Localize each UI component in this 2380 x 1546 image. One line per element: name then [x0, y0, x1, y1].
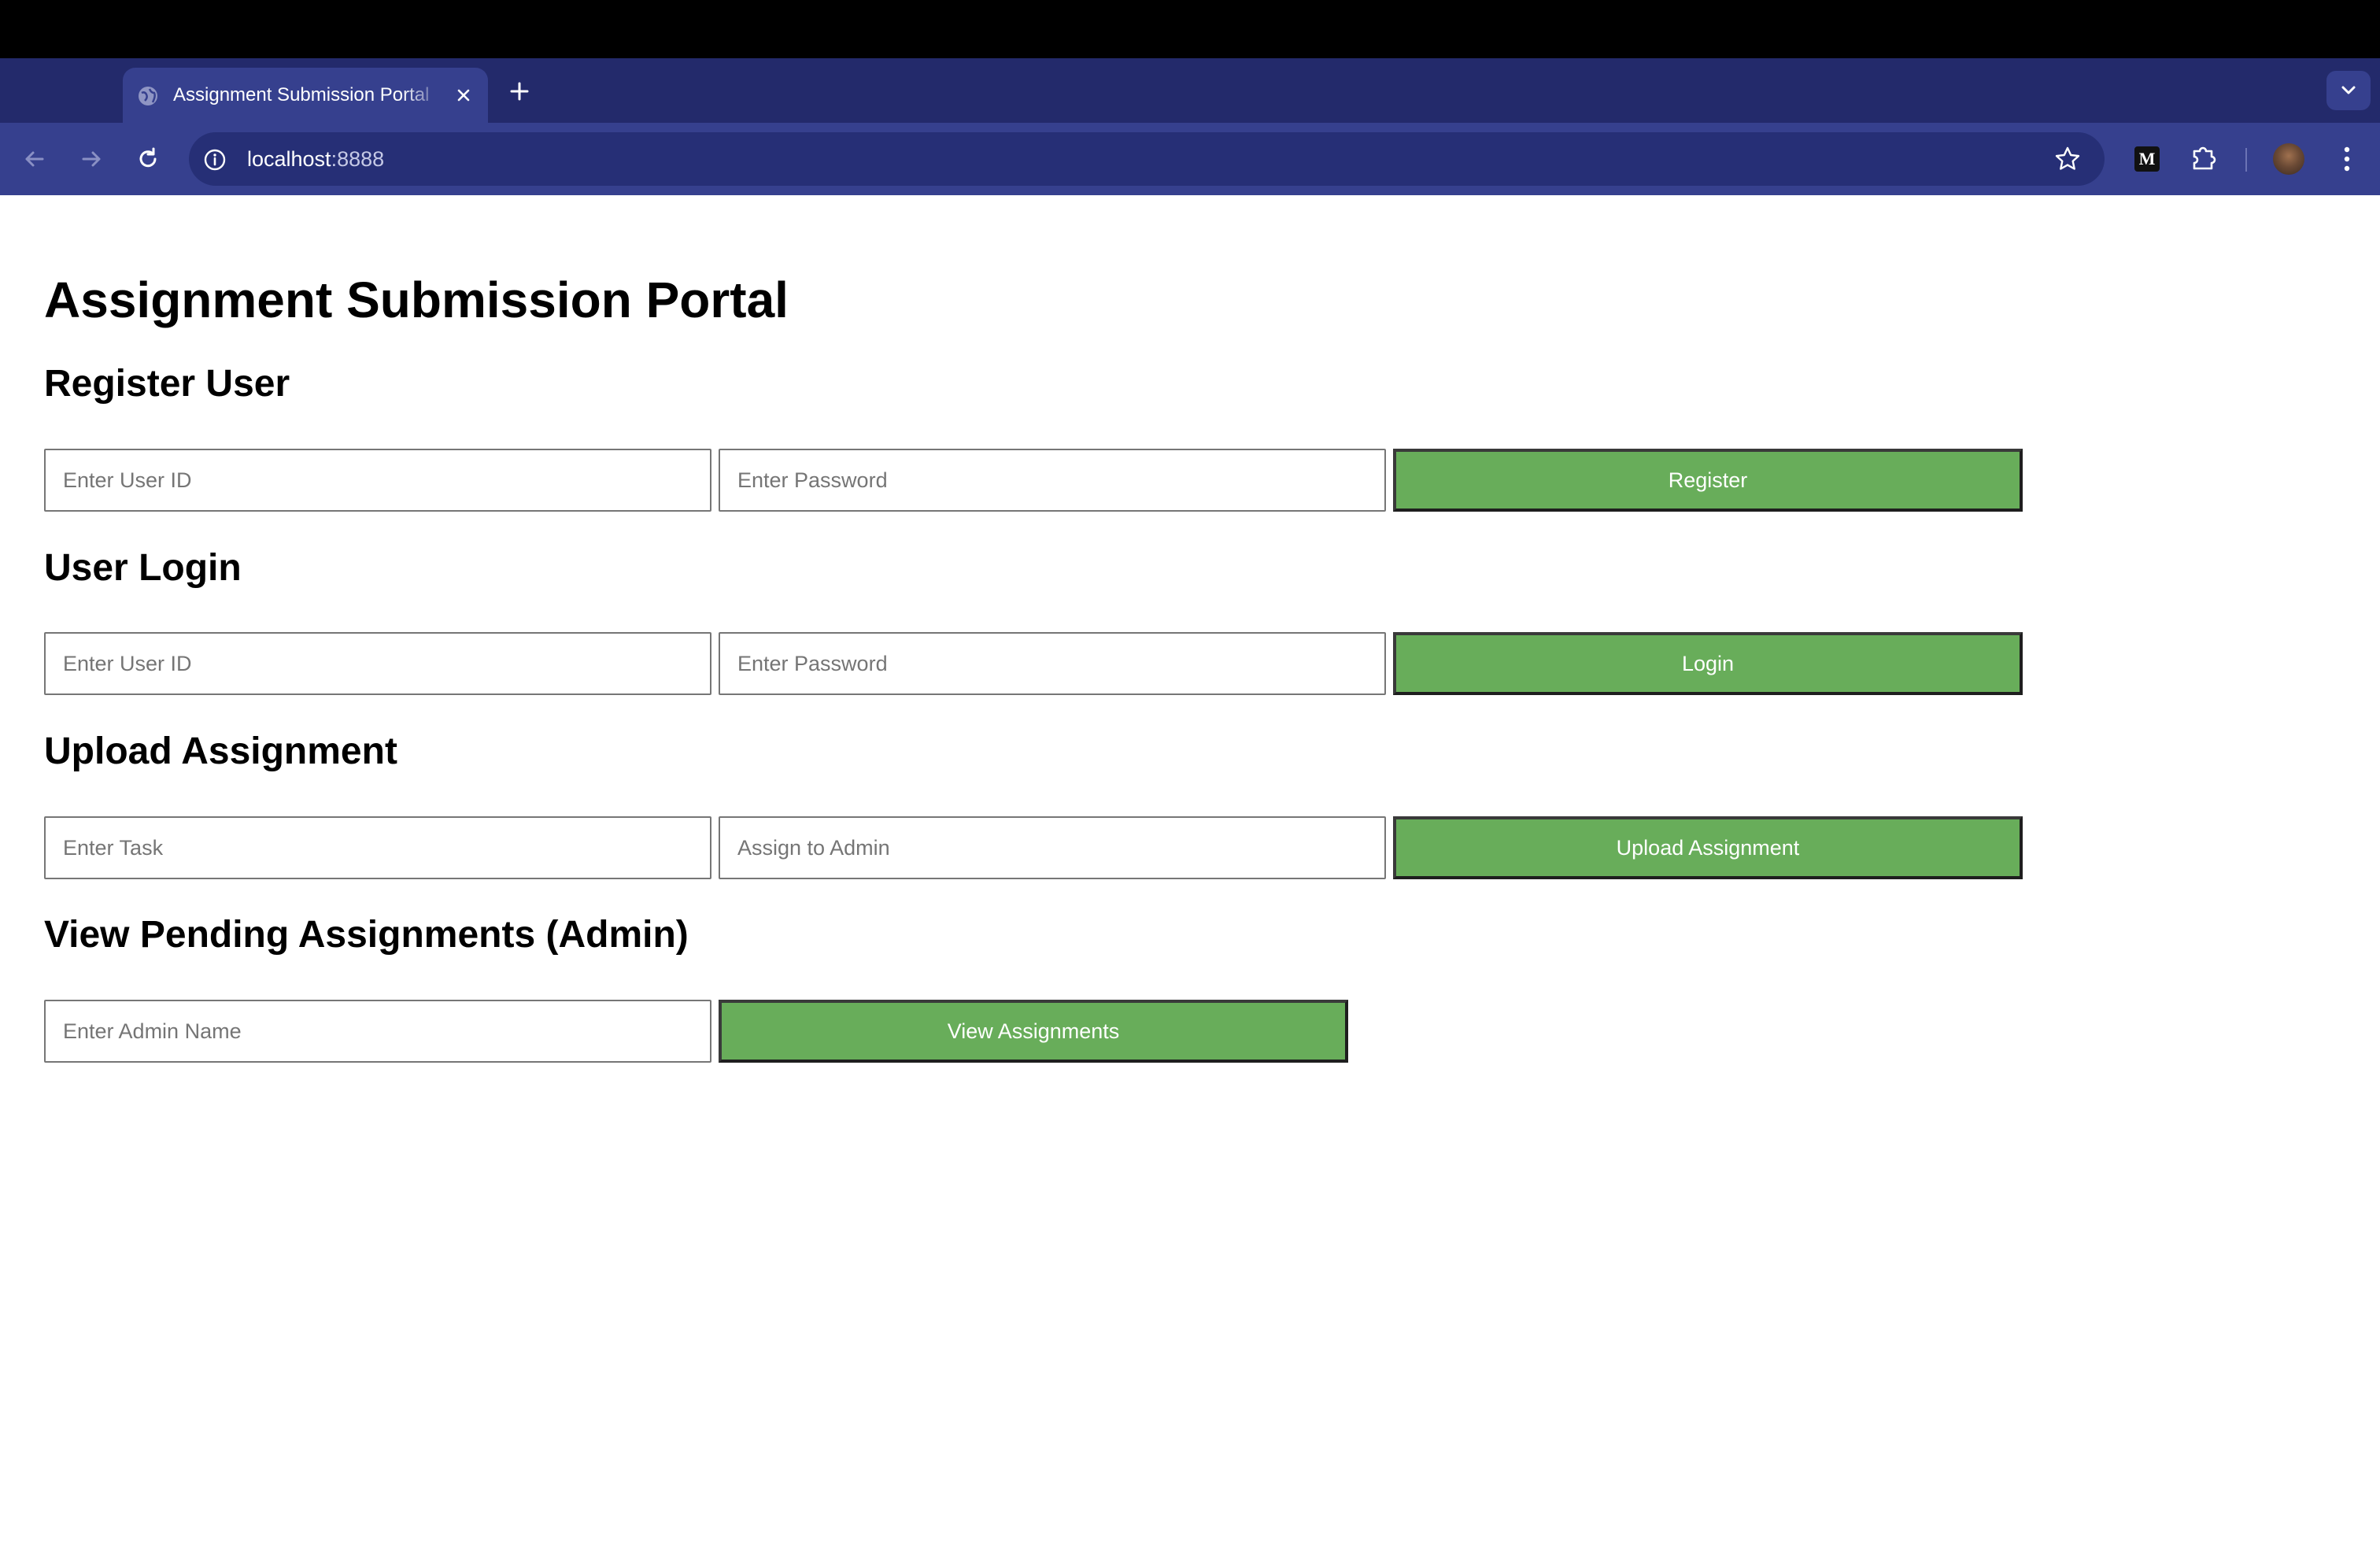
url-port: :8888 — [331, 147, 385, 171]
globe-icon — [139, 87, 157, 105]
url-host: localhost — [247, 147, 331, 171]
new-tab-icon[interactable] — [504, 76, 535, 107]
login-password-input[interactable] — [719, 632, 1386, 695]
register-heading: Register User — [44, 363, 290, 405]
upload-assignment-button[interactable]: Upload Assignment — [1393, 816, 2023, 879]
tab-search-button[interactable] — [2326, 71, 2371, 110]
register-button[interactable]: Register — [1393, 449, 2023, 512]
tab-title: Assignment Submission Portal — [173, 84, 430, 105]
login-button[interactable]: Login — [1393, 632, 2023, 695]
site-info-icon[interactable] — [201, 146, 228, 173]
chevron-down-icon — [2341, 86, 2356, 94]
login-user-id-input[interactable] — [44, 632, 711, 695]
url-text[interactable]: localhost:8888 — [247, 132, 384, 186]
extension-m-icon[interactable]: M — [2134, 146, 2160, 172]
upload-heading: Upload Assignment — [44, 730, 397, 772]
back-arrow-icon[interactable] — [19, 143, 50, 175]
toolbar-divider — [2245, 148, 2247, 172]
task-input[interactable] — [44, 816, 711, 879]
admin-name-input[interactable] — [44, 1000, 711, 1063]
page-content: Assignment Submission Portal Register Us… — [0, 195, 2380, 1546]
extensions-puzzle-icon[interactable] — [2188, 142, 2219, 173]
bookmark-star-icon[interactable] — [2053, 144, 2082, 174]
window-top-bar — [0, 0, 2380, 58]
address-bar[interactable] — [189, 132, 2105, 186]
view-assignments-button[interactable]: View Assignments — [719, 1000, 1348, 1063]
assign-admin-input[interactable] — [719, 816, 1386, 879]
close-icon[interactable] — [452, 83, 475, 107]
login-heading: User Login — [44, 547, 242, 589]
profile-avatar[interactable] — [2273, 143, 2304, 175]
register-user-id-input[interactable] — [44, 449, 711, 512]
register-password-input[interactable] — [719, 449, 1386, 512]
reload-icon[interactable] — [132, 143, 164, 175]
view-pending-heading: View Pending Assignments (Admin) — [44, 914, 689, 956]
more-menu-icon[interactable] — [2331, 142, 2363, 176]
page-title: Assignment Submission Portal — [44, 272, 789, 328]
forward-arrow-icon[interactable] — [76, 143, 107, 175]
active-tab[interactable]: Assignment Submission Portal — [123, 68, 488, 123]
